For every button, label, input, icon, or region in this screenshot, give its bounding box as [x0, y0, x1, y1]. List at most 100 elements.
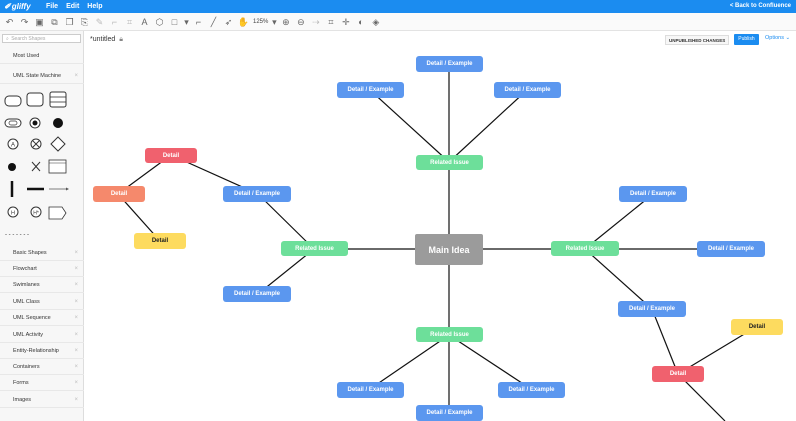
diagram-canvas[interactable]: Main Idea Related Issue Detail / Example… [85, 48, 796, 421]
zoom-dropdown-icon[interactable]: ▾ [272, 16, 277, 28]
node-detail-yellow[interactable]: Detail [731, 319, 783, 335]
node-related-issue-right[interactable]: Related Issue [551, 241, 619, 256]
node-detail-red[interactable]: Detail [652, 366, 704, 382]
close-icon[interactable]: × [74, 246, 78, 261]
node-detail-example[interactable]: Detail / Example [416, 56, 483, 72]
eraser-icon[interactable]: ⌗ [124, 16, 136, 28]
options-menu[interactable]: Options ⌄ [765, 35, 790, 41]
save-icon[interactable]: ▣ [34, 16, 46, 28]
library-images[interactable]: Images × [0, 393, 84, 408]
shape-submachine [4, 118, 22, 128]
duplicate-icon[interactable]: ❐ [64, 16, 76, 28]
shape-dropdown-icon[interactable]: ▾ [184, 16, 190, 28]
fit-icon[interactable]: ⇢ [310, 16, 322, 28]
shape-signal [48, 206, 67, 220]
hand-icon[interactable]: ✋ [238, 16, 250, 28]
node-detail-example[interactable]: Detail / Example [337, 82, 404, 98]
svg-text:A: A [11, 143, 15, 149]
hexagon-icon[interactable]: ⬡ [154, 16, 166, 28]
shape-note [48, 159, 67, 174]
connector [651, 308, 679, 375]
library-label: Forms [13, 380, 29, 386]
node-detail-example[interactable]: Detail / Example [223, 186, 291, 202]
lock-icon[interactable]: 🔒︎ [119, 36, 123, 44]
document-title[interactable]: *untitled [90, 36, 115, 43]
close-icon[interactable]: × [74, 278, 78, 293]
node-detail-example[interactable]: Detail / Example [337, 382, 404, 398]
theme-icon[interactable]: ◐ [355, 16, 367, 28]
logo-text: gliffy [11, 2, 31, 11]
brush-icon[interactable]: ⌐ [109, 16, 121, 28]
node-detail-example[interactable]: Detail / Example [494, 82, 561, 98]
close-icon[interactable]: × [74, 69, 78, 84]
close-icon[interactable]: × [74, 262, 78, 277]
node-main-idea[interactable]: Main Idea [415, 234, 483, 265]
menu-help[interactable]: Help [87, 3, 102, 10]
toolbar: ↶ ↷ ▣ ⧉ ❐ ⎘ ✎ ⌐ ⌗ A ⬡ □ ▾ ⌐ ╱ ➶ ✋ 125% ▾… [0, 13, 796, 31]
library-containers[interactable]: Containers × [0, 360, 84, 375]
line-icon[interactable]: ╱ [208, 16, 220, 28]
node-related-issue-left[interactable]: Related Issue [281, 241, 348, 256]
layers-icon[interactable]: ◈ [370, 16, 382, 28]
connector [448, 334, 532, 390]
node-detail-example[interactable]: Detail / Example [498, 382, 565, 398]
library-swimlanes[interactable]: Swimlanes × [0, 278, 84, 293]
library-uml-state-machine[interactable]: UML State Machine × [0, 69, 84, 84]
pointer-icon[interactable]: ➶ [223, 16, 235, 28]
menu-file[interactable]: File [46, 3, 58, 10]
back-to-confluence-link[interactable]: < Back to Confluence [730, 3, 791, 9]
close-icon[interactable]: × [74, 311, 78, 326]
library-divider: - - - - - - - [5, 232, 29, 238]
zoom-in-icon[interactable]: ⊕ [280, 16, 292, 28]
connector [369, 334, 450, 390]
zoom-out-icon[interactable]: ⊖ [295, 16, 307, 28]
crop-icon[interactable]: ⌗ [325, 16, 337, 28]
close-icon[interactable]: × [74, 360, 78, 375]
node-detail-red[interactable]: Detail [145, 148, 197, 163]
shape-junction [8, 163, 16, 171]
paste-icon[interactable]: ⎘ [79, 16, 91, 28]
node-related-issue-top[interactable]: Related Issue [416, 155, 483, 170]
unpublished-changes-badge[interactable]: UNPUBLISHED CHANGES [665, 35, 730, 45]
library-uml-sequence[interactable]: UML Sequence × [0, 311, 84, 326]
node-related-issue-bottom[interactable]: Related Issue [416, 327, 483, 342]
library-basic-shapes[interactable]: Basic Shapes × [0, 246, 84, 261]
rectangle-icon[interactable]: □ [169, 16, 181, 28]
search-shapes-input[interactable]: ⌕ Search Shapes [2, 34, 81, 43]
zoom-level[interactable]: 125% [253, 19, 268, 25]
library-label: Flowchart [13, 266, 37, 272]
library-entity-relationship[interactable]: Entity-Relationship × [0, 344, 84, 359]
node-detail-example[interactable]: Detail / Example [619, 186, 687, 202]
node-detail-salmon[interactable]: Detail [93, 186, 145, 202]
library-label: Entity-Relationship [13, 348, 59, 354]
library-label: UML Sequence [13, 315, 51, 321]
copy-icon[interactable]: ⧉ [49, 16, 61, 28]
gliffy-logo[interactable]: ✐ gliffy [4, 2, 38, 11]
node-detail-example[interactable]: Detail / Example [223, 286, 291, 302]
close-icon[interactable]: × [74, 295, 78, 310]
library-forms[interactable]: Forms × [0, 376, 84, 391]
publish-button[interactable]: Publish [734, 34, 759, 45]
node-detail-example[interactable]: Detail / Example [618, 301, 686, 317]
menu-edit[interactable]: Edit [66, 3, 79, 10]
close-icon[interactable]: × [74, 328, 78, 343]
library-flowchart[interactable]: Flowchart × [0, 262, 84, 277]
node-detail-example[interactable]: Detail / Example [416, 405, 483, 421]
node-detail-yellow[interactable]: Detail [134, 233, 186, 249]
node-detail-example[interactable]: Detail / Example [697, 241, 765, 257]
library-uml-activity[interactable]: UML Activity × [0, 328, 84, 343]
library-most-used[interactable]: Most Used [0, 49, 84, 64]
redo-icon[interactable]: ↷ [19, 16, 31, 28]
pencil-icon[interactable]: ✎ [94, 16, 106, 28]
close-icon[interactable]: × [74, 376, 78, 391]
crosshair-icon[interactable]: ✛ [340, 16, 352, 28]
connector-icon[interactable]: ⌐ [193, 16, 205, 28]
close-icon[interactable]: × [74, 344, 78, 359]
text-icon[interactable]: A [139, 16, 151, 28]
chevron-down-icon: ⌄ [785, 35, 791, 41]
shape-choice [50, 136, 66, 152]
undo-icon[interactable]: ↶ [4, 16, 16, 28]
library-uml-class[interactable]: UML Class × [0, 295, 84, 310]
library-label: UML Activity [13, 332, 44, 338]
close-icon[interactable]: × [74, 393, 78, 408]
